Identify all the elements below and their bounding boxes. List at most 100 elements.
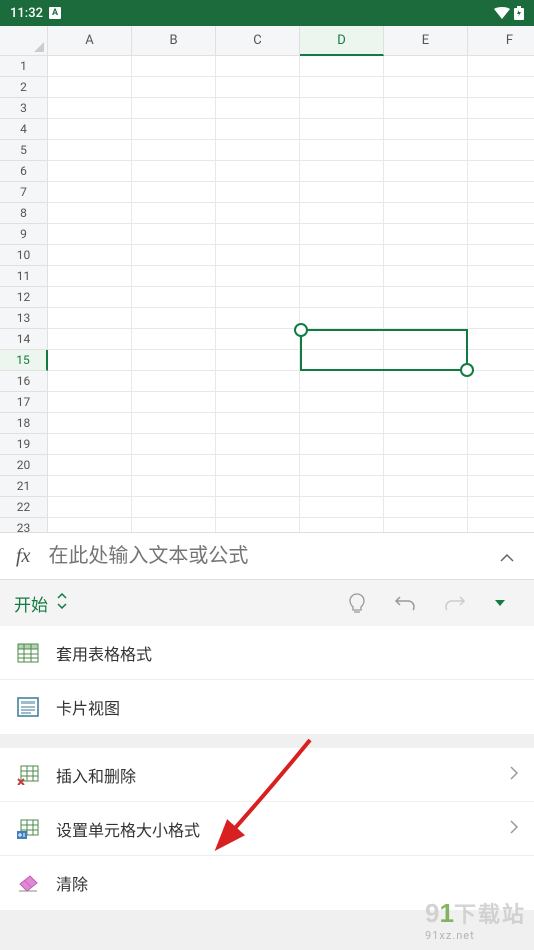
cell[interactable] [132, 434, 216, 455]
cell[interactable] [468, 287, 534, 308]
row-header-1[interactable]: 1 [0, 56, 48, 77]
cell[interactable] [216, 224, 300, 245]
cell[interactable] [48, 392, 132, 413]
cell[interactable] [468, 203, 534, 224]
cell[interactable] [216, 182, 300, 203]
cell[interactable] [384, 224, 468, 245]
cell[interactable] [132, 518, 216, 532]
cell[interactable] [48, 203, 132, 224]
cell[interactable] [216, 266, 300, 287]
cell[interactable] [132, 350, 216, 371]
cell[interactable] [384, 518, 468, 532]
cell[interactable] [468, 224, 534, 245]
cell[interactable] [300, 497, 384, 518]
cell[interactable] [132, 266, 216, 287]
row-header-23[interactable]: 23 [0, 518, 48, 532]
cell[interactable] [216, 350, 300, 371]
cell[interactable] [216, 119, 300, 140]
cell[interactable] [48, 77, 132, 98]
redo-icon[interactable] [430, 586, 480, 620]
cell[interactable] [300, 413, 384, 434]
cell[interactable] [300, 140, 384, 161]
cell[interactable] [384, 182, 468, 203]
cell[interactable] [132, 308, 216, 329]
cell[interactable] [48, 119, 132, 140]
cell[interactable] [384, 140, 468, 161]
select-all-corner[interactable] [0, 26, 48, 56]
cell[interactable] [216, 476, 300, 497]
row-header-19[interactable]: 19 [0, 434, 48, 455]
cell[interactable] [468, 56, 534, 77]
cell[interactable] [300, 182, 384, 203]
cell[interactable] [384, 350, 468, 371]
cell[interactable] [48, 329, 132, 350]
cell[interactable] [384, 98, 468, 119]
row-header-18[interactable]: 18 [0, 413, 48, 434]
cell[interactable] [300, 350, 384, 371]
cell[interactable] [300, 203, 384, 224]
cell[interactable] [384, 497, 468, 518]
row-header-3[interactable]: 3 [0, 98, 48, 119]
cell[interactable] [48, 434, 132, 455]
menu-cell-size-format[interactable]: 设置单元格大小格式 [0, 802, 534, 856]
cell[interactable] [132, 56, 216, 77]
cell[interactable] [468, 98, 534, 119]
cell[interactable] [300, 371, 384, 392]
cell[interactable] [48, 497, 132, 518]
cell[interactable] [132, 455, 216, 476]
formula-input[interactable] [48, 545, 496, 568]
cell[interactable] [132, 392, 216, 413]
undo-icon[interactable] [380, 586, 430, 620]
cell[interactable] [216, 203, 300, 224]
cell[interactable] [48, 224, 132, 245]
cell[interactable] [468, 497, 534, 518]
cell[interactable] [48, 350, 132, 371]
tab-home[interactable]: 开始 [14, 591, 48, 616]
cell[interactable] [132, 182, 216, 203]
row-header-9[interactable]: 9 [0, 224, 48, 245]
cell[interactable] [216, 308, 300, 329]
cell[interactable] [468, 161, 534, 182]
cell[interactable] [468, 308, 534, 329]
cell[interactable] [132, 161, 216, 182]
cell[interactable] [468, 455, 534, 476]
row-header-22[interactable]: 22 [0, 497, 48, 518]
cell[interactable] [300, 392, 384, 413]
row-header-17[interactable]: 17 [0, 392, 48, 413]
cell[interactable] [216, 245, 300, 266]
cell[interactable] [132, 497, 216, 518]
row-header-12[interactable]: 12 [0, 287, 48, 308]
cell[interactable] [132, 287, 216, 308]
cell[interactable] [468, 329, 534, 350]
cell[interactable] [384, 245, 468, 266]
cell[interactable] [48, 266, 132, 287]
cell[interactable] [48, 371, 132, 392]
cell[interactable] [384, 161, 468, 182]
cell[interactable] [48, 287, 132, 308]
cell[interactable] [132, 98, 216, 119]
cells-area[interactable] [48, 56, 534, 532]
cell[interactable] [48, 308, 132, 329]
cell[interactable] [48, 140, 132, 161]
row-header-16[interactable]: 16 [0, 371, 48, 392]
cell[interactable] [132, 476, 216, 497]
cell[interactable] [468, 140, 534, 161]
expand-formula-icon[interactable] [496, 543, 518, 570]
cell[interactable] [132, 119, 216, 140]
cell[interactable] [468, 266, 534, 287]
cell[interactable] [300, 476, 384, 497]
cell[interactable] [300, 455, 384, 476]
row-header-13[interactable]: 13 [0, 308, 48, 329]
cell[interactable] [132, 224, 216, 245]
cell[interactable] [216, 434, 300, 455]
col-header-e[interactable]: E [384, 26, 468, 56]
cell[interactable] [300, 266, 384, 287]
cell[interactable] [384, 392, 468, 413]
row-header-10[interactable]: 10 [0, 245, 48, 266]
cell[interactable] [132, 413, 216, 434]
cell[interactable] [132, 203, 216, 224]
cell[interactable] [384, 203, 468, 224]
cell[interactable] [216, 455, 300, 476]
cell[interactable] [216, 518, 300, 532]
cell[interactable] [216, 497, 300, 518]
